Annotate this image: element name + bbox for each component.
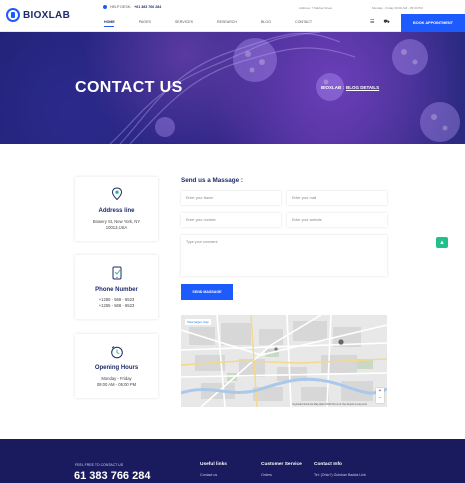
nav-pages[interactable]: PAGES — [139, 20, 151, 27]
breadcrumb: BIOXLAB : BLOG DETAILS — [321, 85, 379, 90]
address-card: Address line Bowery St, New York, NY 100… — [75, 177, 158, 241]
nav-services[interactable]: SERVICES — [175, 20, 193, 27]
comment-textarea[interactable]: Type your comment — [181, 235, 387, 276]
map-tiles — [181, 315, 387, 407]
scroll-top-button[interactable]: ▲ — [436, 237, 448, 248]
number-input[interactable]: Enter your number — [181, 213, 281, 227]
footer-useful-links-title: Useful links — [200, 462, 227, 467]
hero-molecule-art — [109, 32, 460, 144]
menu-icon[interactable]: ☰ — [370, 19, 374, 26]
site-header: BIOXLAB HELP DESK: +61 383 766 284 Addre… — [0, 0, 465, 32]
breadcrumb-root[interactable]: BIOXLAB : — [321, 85, 344, 90]
brand-name: BIOXLAB — [23, 9, 71, 21]
footer-link-contact[interactable]: Contact us — [200, 473, 217, 477]
card-line: Bowery St, New York, NY — [92, 219, 141, 224]
nav-blog[interactable]: BLOG — [261, 20, 271, 27]
footer-link-orders[interactable]: Orders — [261, 473, 272, 477]
nav-research[interactable]: RESEARCH — [217, 20, 237, 27]
breadcrumb-current: BLOG DETAILS — [346, 85, 380, 90]
footer-tagline: FEEL FREE TO CONTACT US — [75, 463, 124, 467]
chevron-up-icon: ▲ — [439, 239, 445, 246]
map-attribution[interactable]: Keyboard shortcuts Map data ©2023 Terms … — [292, 403, 367, 406]
cart-icon[interactable]: ⛟ — [383, 19, 389, 26]
view-larger-map-link[interactable]: View larger map — [185, 319, 211, 325]
nav-contact[interactable]: CONTACT — [295, 20, 312, 27]
card-title: Address line — [98, 208, 135, 214]
book-appointment-button[interactable]: BOOK APPOINTMENT — [401, 14, 465, 32]
card-line[interactable]: +1255 - 568 - 6523 — [75, 303, 158, 308]
logo-icon — [6, 8, 20, 22]
zoom-in-icon[interactable]: + — [376, 388, 384, 395]
form-title: Send us a Massage : — [181, 177, 243, 184]
top-address: Address: 7 Market Street — [299, 6, 333, 10]
help-desk: HELP DESK: +61 383 766 284 — [103, 5, 161, 9]
card-title: Phone Number — [95, 287, 138, 293]
location-dot-icon — [103, 5, 107, 9]
zoom-out-icon[interactable]: − — [376, 395, 384, 402]
main-nav: HOME PAGES SERVICES RESEARCH BLOG CONTAC… — [104, 20, 336, 27]
page-hero: CONTACT US BIOXLAB : BLOG DETAILS — [0, 32, 465, 144]
website-input[interactable]: Enter your website — [287, 213, 387, 227]
clock-icon — [111, 346, 123, 359]
hours-card: Opening Hours Monday - Friday 09:00 AM -… — [75, 334, 158, 398]
logo[interactable]: BIOXLAB — [6, 8, 70, 22]
nav-home[interactable]: HOME — [104, 20, 115, 27]
footer-contact-line: Tel: (Ohio?) Gulshan Badda Link — [314, 473, 366, 477]
zoom-controls: + − — [376, 388, 384, 403]
help-label: HELP DESK: — [110, 5, 132, 9]
send-message-button[interactable]: SEND MASSAGE — [181, 284, 233, 300]
card-line[interactable]: +1255 - 568 - 6523 — [75, 297, 158, 302]
help-phone[interactable]: +61 383 766 284 — [134, 5, 161, 9]
card-line: 10013,USA — [105, 225, 128, 230]
footer-contact-info-title: Contact Info — [314, 462, 342, 467]
phone-card: Phone Number +1255 - 568 - 6523 +1255 - … — [75, 255, 158, 319]
phone-icon — [112, 266, 122, 280]
footer-phone[interactable]: 61 383 766 284 — [74, 470, 150, 482]
page-title: CONTACT US — [75, 79, 183, 96]
site-footer: FEEL FREE TO CONTACT US 61 383 766 284 U… — [0, 439, 465, 483]
email-input[interactable]: Enter your mail — [287, 191, 387, 205]
name-input[interactable]: Enter your Name — [181, 191, 281, 205]
header-icons: ☰ ⛟ — [370, 19, 390, 26]
footer-customer-service-title: Customer Service — [261, 462, 302, 467]
location-map[interactable]: View larger map Keyboard shortcuts Map d… — [181, 315, 387, 407]
card-line: 09:00 AM - 05:00 PM — [96, 382, 137, 387]
card-title: Opening Hours — [94, 365, 139, 371]
card-line: Monday - Friday — [101, 376, 132, 381]
location-pin-icon — [111, 187, 123, 201]
top-hours: Monday - Friday 09:00 AM - 05:00 PM — [372, 6, 423, 10]
